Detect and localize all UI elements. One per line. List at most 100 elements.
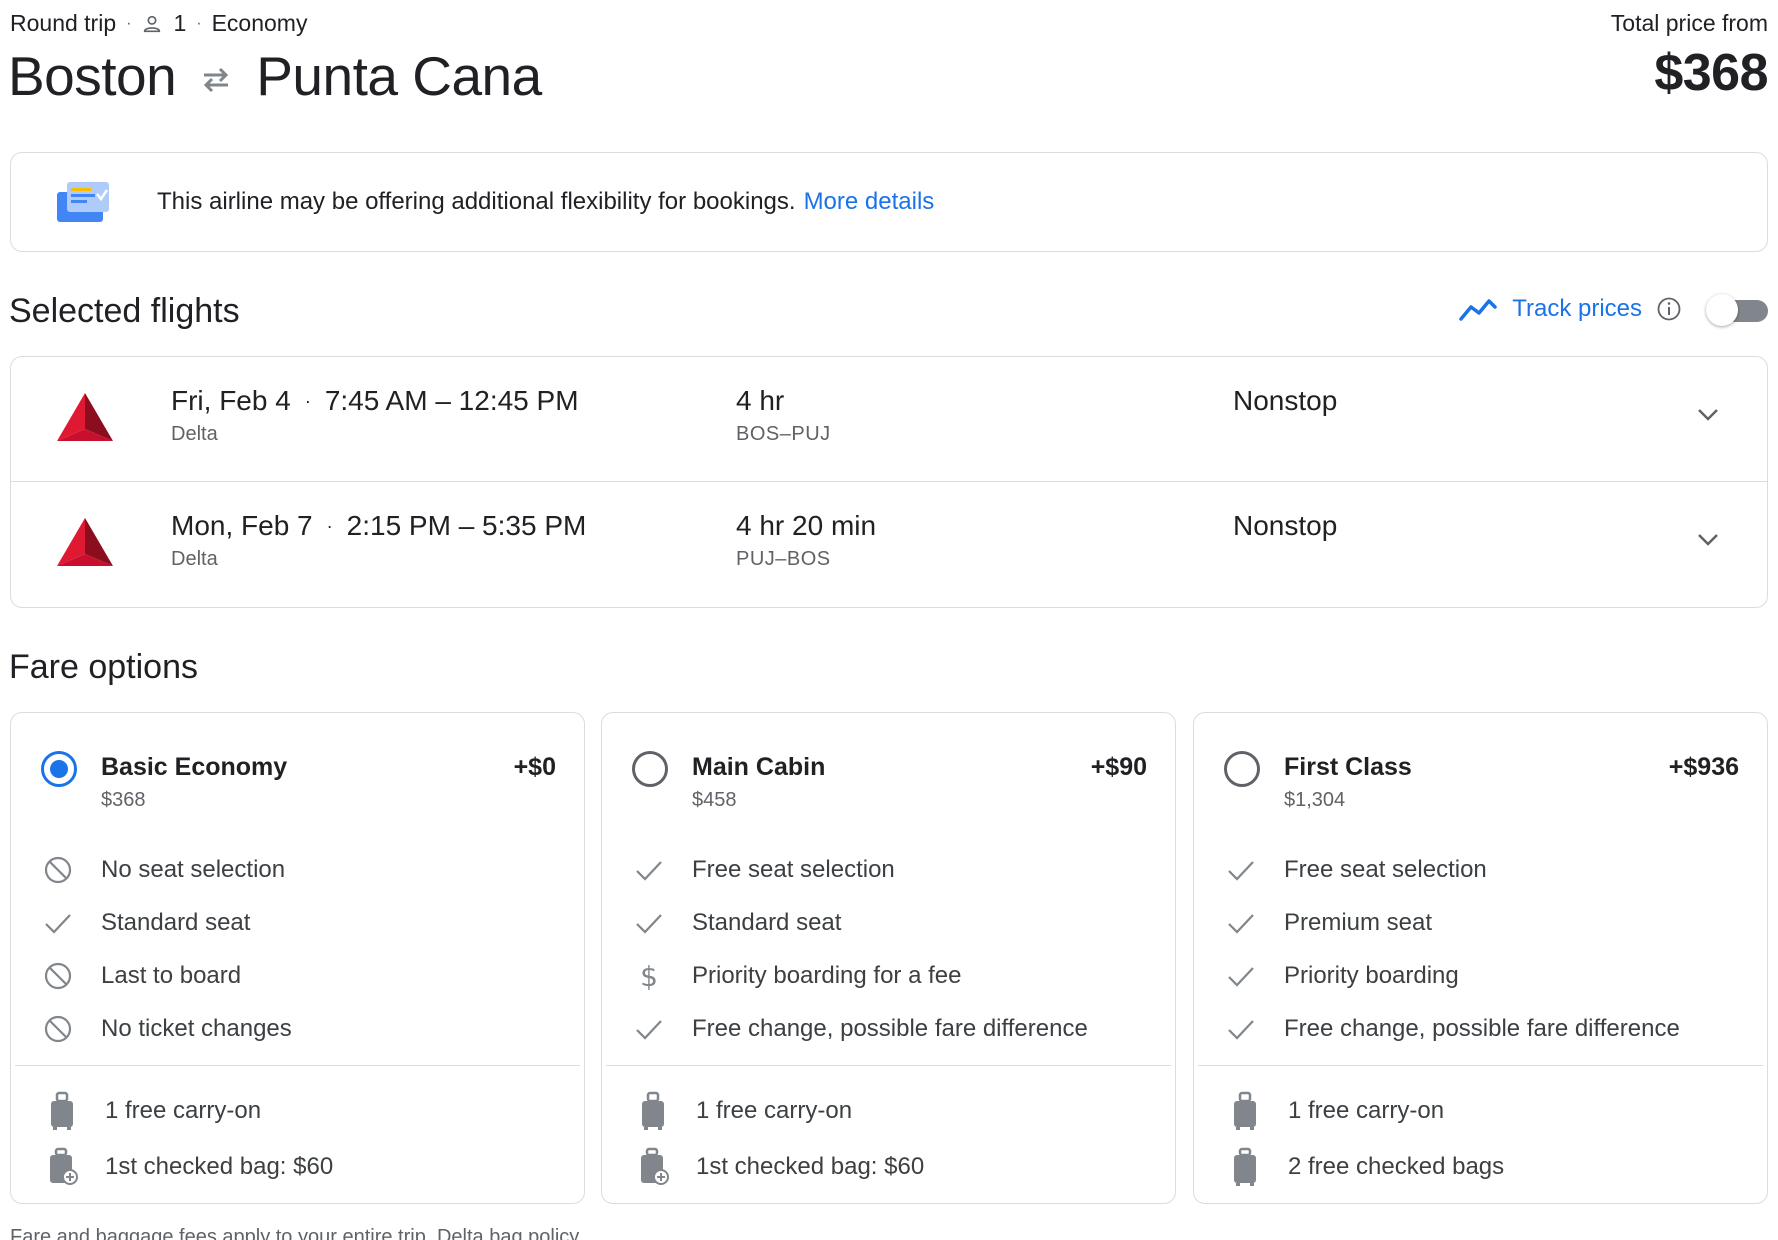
fare-feature-text: Priority boarding [1284, 961, 1459, 989]
flight-route: PUJ–BOS [736, 548, 831, 570]
flight-date: Fri, Feb 4 [171, 385, 291, 416]
baggage-item: 1 free carry-on [1194, 1083, 1767, 1139]
carry-on-icon [642, 1091, 664, 1130]
track-prices-label[interactable]: Track prices [1512, 295, 1642, 323]
block-icon [44, 962, 72, 989]
destination-city: Punta Cana [256, 45, 542, 107]
footer-text: Fare and baggage fees apply to your enti… [10, 1226, 432, 1240]
origin-city: Boston [8, 45, 177, 107]
cabin-class[interactable]: Economy [212, 10, 308, 37]
separator-dot: · [126, 14, 132, 32]
fare-radio[interactable] [41, 751, 77, 787]
baggage-list: 1 free carry-on 2 free checked bags [1194, 1083, 1767, 1195]
flight-date: Mon, Feb 7 [171, 510, 313, 541]
fare-name: Main Cabin [692, 753, 826, 781]
check-icon [636, 1019, 662, 1040]
total-price: Total price from $368 [1368, 10, 1769, 103]
flight-duration: 4 hr [736, 385, 785, 416]
baggage-item: 2 free checked bags [1194, 1139, 1767, 1195]
passenger-count[interactable]: 1 [173, 10, 186, 37]
fare-feature: Priority boarding [1194, 949, 1767, 1002]
separator-dot: · [326, 515, 333, 536]
fare-options-title: Fare options [9, 648, 198, 686]
block-icon [44, 1015, 72, 1042]
flight-time-range: 2:15 PM – 5:35 PM [346, 510, 587, 541]
check-icon [1228, 1019, 1254, 1040]
block-icon [44, 856, 72, 883]
baggage-item: 1st checked bag: $60 [11, 1139, 584, 1195]
fare-name: Basic Economy [101, 753, 288, 781]
check-icon [45, 913, 71, 934]
fare-card-basic-economy[interactable]: Basic Economy $368 +$0 No seat selection… [10, 712, 585, 1204]
trip-options: Round trip · 1 · Economy [10, 10, 307, 37]
baggage-list: 1 free carry-on 1st checked bag: $60 [11, 1083, 584, 1195]
fare-feature: Free change, possible fare difference [602, 1002, 1175, 1055]
swap-arrows-icon [204, 67, 229, 93]
delta-bag-policy-link[interactable]: Delta bag policy [437, 1226, 579, 1240]
fare-card-first-class[interactable]: First Class $1,304 +$936 Free seat selec… [1193, 712, 1768, 1204]
fare-feature: Free change, possible fare difference [1194, 1002, 1767, 1055]
trip-type[interactable]: Round trip [10, 10, 116, 37]
fare-feature: Free seat selection [1194, 843, 1767, 896]
baggage-item: 1st checked bag: $60 [602, 1139, 1175, 1195]
price-value: $368 [1654, 44, 1768, 102]
separator-dot: · [304, 390, 311, 411]
trend-line-icon [1459, 299, 1497, 321]
baggage-list: 1 free carry-on 1st checked bag: $60 [602, 1083, 1175, 1195]
flight-row-return[interactable]: Mon, Feb 7 · 2:15 PM – 5:35 PM Delta 4 h… [11, 482, 1767, 607]
checked-bag-fee-icon [50, 1147, 78, 1185]
fare-price-difference: +$90 [1090, 753, 1147, 781]
baggage-text: 1st checked bag: $60 [696, 1153, 925, 1180]
check-icon [1228, 966, 1254, 987]
flight-airline: Delta [171, 423, 218, 445]
fare-feature-text: Priority boarding for a fee [692, 961, 962, 989]
chevron-down-icon[interactable] [1693, 399, 1723, 429]
more-details-link[interactable]: More details [804, 188, 935, 216]
baggage-item: 1 free carry-on [602, 1083, 1175, 1139]
fare-feature-text: Free seat selection [692, 855, 895, 883]
delta-logo-icon [57, 518, 113, 566]
fare-feature-text: No ticket changes [101, 1014, 292, 1042]
selected-flights-list: Fri, Feb 4 · 7:45 AM – 12:45 PM Delta 4 … [10, 356, 1768, 608]
person-icon [144, 15, 161, 32]
check-icon [636, 860, 662, 881]
fare-price-difference: +$0 [513, 753, 556, 781]
chevron-down-icon[interactable] [1693, 524, 1723, 554]
track-prices-toggle[interactable] [1706, 294, 1768, 326]
fare-feature: Premium seat [1194, 896, 1767, 949]
flight-times: Mon, Feb 7 · 2:15 PM – 5:35 PM [171, 510, 586, 542]
info-icon[interactable] [1656, 296, 1682, 322]
fare-price: $458 [692, 789, 737, 811]
flight-stops: Nonstop [1233, 510, 1338, 541]
toggle-knob [1706, 294, 1738, 326]
fare-radio[interactable] [632, 751, 668, 787]
flight-row-outbound[interactable]: Fri, Feb 4 · 7:45 AM – 12:45 PM Delta 4 … [11, 357, 1767, 482]
checked-bag-icon [1234, 1147, 1256, 1186]
check-icon [1228, 913, 1254, 934]
fare-features: Free seat selection Premium seat Priorit… [1194, 843, 1767, 1055]
divider [606, 1065, 1171, 1066]
fare-radio[interactable] [1224, 751, 1260, 787]
price-label: Total price from [1610, 10, 1768, 36]
baggage-text: 1 free carry-on [105, 1097, 262, 1124]
fare-feature: $ Priority boarding for a fee [602, 949, 1175, 1002]
flight-route: BOS–PUJ [736, 423, 831, 445]
flight-time-range: 7:45 AM – 12:45 PM [324, 385, 579, 416]
fare-features: Free seat selection Standard seat $ Prio… [602, 843, 1175, 1055]
baggage-text: 2 free checked bags [1288, 1153, 1505, 1180]
flight-times: Fri, Feb 4 · 7:45 AM – 12:45 PM [171, 385, 579, 417]
fare-feature-text: Standard seat [101, 908, 251, 936]
flight-stops: Nonstop [1233, 385, 1338, 416]
fare-feature-text: Standard seat [692, 908, 842, 936]
fare-feature-text: Last to board [101, 961, 242, 989]
fare-feature-text: No seat selection [101, 855, 286, 883]
flight-duration: 4 hr 20 min [736, 510, 877, 541]
fare-name: First Class [1284, 753, 1412, 781]
fare-card-main-cabin[interactable]: Main Cabin $458 +$90 Free seat selection… [601, 712, 1176, 1204]
selected-flights-title: Selected flights [9, 292, 240, 330]
track-prices: Track prices [1458, 294, 1768, 326]
fare-feature-text: Premium seat [1284, 908, 1433, 936]
checked-bag-fee-icon [641, 1147, 669, 1185]
fare-feature: Free seat selection [602, 843, 1175, 896]
divider [15, 1065, 580, 1066]
